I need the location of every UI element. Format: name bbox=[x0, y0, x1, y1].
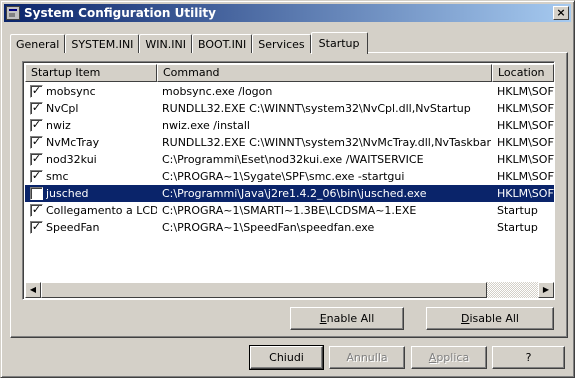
app-icon bbox=[6, 6, 20, 20]
command-cell: C:\PROGRA~1\Sygate\SPF\smc.exe -startgui bbox=[162, 170, 405, 183]
startup-item-name: NvCpl bbox=[46, 102, 79, 115]
help-button[interactable]: ? bbox=[492, 346, 565, 369]
startup-items-list[interactable]: Startup Item Command Location ✓ mobsync mo… bbox=[22, 61, 555, 300]
command-cell: C:\PROGRA~1\SpeedFan\speedfan.exe bbox=[162, 221, 375, 234]
startup-item-checkbox[interactable]: ✓ bbox=[30, 102, 43, 115]
arrow-left-icon: ◀ bbox=[29, 285, 37, 294]
command-cell: C:\Programmi\Java\j2re1.4.2_06\bin\jusch… bbox=[162, 187, 427, 200]
command-cell: RUNDLL32.EXE C:\WINNT\system32\NvCpl.dll… bbox=[162, 102, 471, 115]
apply-button[interactable]: Applica bbox=[411, 346, 487, 369]
close-dialog-button[interactable]: Chiudi bbox=[249, 345, 324, 370]
enable-all-button[interactable]: Enable All bbox=[290, 307, 404, 330]
list-header: Startup Item Command Location bbox=[25, 64, 554, 82]
disable-all-button[interactable]: Disable All bbox=[426, 307, 554, 330]
table-row[interactable]: ✓ smc C:\PROGRA~1\Sygate\SPF\smc.exe -star… bbox=[25, 168, 554, 185]
startup-item-name: smc bbox=[46, 170, 69, 183]
startup-item-cell: ✓ nwiz bbox=[25, 117, 157, 134]
startup-item-cell: ✓ Collegamento a LCD... bbox=[25, 202, 157, 219]
location-cell: HKLM\SOFTWARE bbox=[497, 119, 554, 132]
list-rows: ✓mobsyncmobsync.exe /logonHKLM\SOFTWARE✓… bbox=[25, 83, 554, 236]
location-cell: Startup bbox=[497, 204, 538, 217]
table-row[interactable]: ✓mobsync mobsync.exe /logon HKLM\SOFTWARE bbox=[25, 83, 554, 100]
startup-item-checkbox[interactable]: ✓ bbox=[30, 136, 43, 149]
enable-all-label-rest: nable All bbox=[326, 312, 375, 325]
scroll-thumb[interactable] bbox=[41, 282, 487, 298]
startup-item-name: nod32kui bbox=[46, 153, 97, 166]
location-cell: HKLM\SOFTWARE bbox=[497, 187, 554, 200]
location-cell: HKLM\SOFTWARE bbox=[497, 170, 554, 183]
column-header-command[interactable]: Command bbox=[157, 64, 492, 82]
close-icon: × bbox=[556, 6, 566, 19]
startup-item-checkbox[interactable]: ✓ bbox=[30, 221, 43, 234]
startup-item-checkbox[interactable]: ✓ bbox=[30, 85, 43, 98]
column-header-startup-item[interactable]: Startup Item bbox=[25, 64, 157, 82]
startup-item-name: NvMcTray bbox=[46, 136, 100, 149]
tab-strip: General SYSTEM.INI WIN.INI BOOT.INI Serv… bbox=[10, 31, 368, 54]
horizontal-scrollbar[interactable]: ◀ ▶ bbox=[25, 282, 554, 298]
startup-item-name: mobsync bbox=[46, 85, 96, 98]
startup-item-checkbox[interactable]: ✓ bbox=[30, 204, 43, 217]
startup-item-name: Collegamento a LCD... bbox=[46, 204, 157, 217]
tab-boot-ini[interactable]: BOOT.INI bbox=[191, 34, 253, 53]
scroll-left-button[interactable]: ◀ bbox=[25, 282, 41, 298]
startup-item-cell: jusched bbox=[25, 185, 157, 202]
tab-general[interactable]: General bbox=[10, 34, 66, 53]
command-cell: mobsync.exe /logon bbox=[162, 85, 273, 98]
location-cell: HKLM\SOFTWARE bbox=[497, 85, 554, 98]
table-row[interactable]: ✓ NvMcTray RUNDLL32.EXE C:\WINNT\system32\… bbox=[25, 134, 554, 151]
location-cell: Startup bbox=[497, 221, 538, 234]
startup-item-name: SpeedFan bbox=[46, 221, 100, 234]
arrow-right-icon: ▶ bbox=[542, 285, 550, 294]
startup-item-checkbox[interactable] bbox=[30, 187, 43, 200]
startup-item-cell: ✓ nod32kui bbox=[25, 151, 157, 168]
cancel-button[interactable]: Annulla bbox=[329, 346, 405, 369]
tab-system-ini[interactable]: SYSTEM.INI bbox=[65, 34, 140, 53]
disable-all-label-rest: isable All bbox=[469, 312, 519, 325]
startup-item-name: nwiz bbox=[46, 119, 71, 132]
table-row[interactable]: jusched C:\Programmi\Java\j2re1.4.2_06\bi… bbox=[25, 185, 554, 202]
startup-item-checkbox[interactable]: ✓ bbox=[30, 170, 43, 183]
tab-startup[interactable]: Startup bbox=[310, 32, 368, 54]
tab-services[interactable]: Services bbox=[252, 34, 311, 53]
startup-item-checkbox[interactable]: ✓ bbox=[30, 119, 43, 132]
system-configuration-window: System Configuration Utility × General S… bbox=[0, 0, 575, 378]
close-button[interactable]: × bbox=[553, 6, 569, 20]
column-header-location[interactable]: Location bbox=[492, 64, 554, 82]
startup-item-cell: ✓ SpeedFan bbox=[25, 219, 157, 236]
location-cell: HKLM\SOFTWARE bbox=[497, 102, 554, 115]
enable-all-label-accel: E bbox=[319, 312, 327, 325]
tab-win-ini[interactable]: WIN.INI bbox=[139, 34, 192, 53]
table-row[interactable]: ✓ SpeedFan C:\PROGRA~1\SpeedFan\speedfan.e… bbox=[25, 219, 554, 236]
command-cell: C:\Programmi\Eset\nod32kui.exe /WAITSERV… bbox=[162, 153, 424, 166]
startup-item-cell: ✓ NvCpl bbox=[25, 100, 157, 117]
title-bar[interactable]: System Configuration Utility × bbox=[4, 4, 571, 22]
table-row[interactable]: ✓ NvCpl RUNDLL32.EXE C:\WINNT\system32\NvC… bbox=[25, 100, 554, 117]
table-row[interactable]: ✓ nod32kui C:\Programmi\Eset\nod32kui.exe … bbox=[25, 151, 554, 168]
location-cell: HKLM\SOFTWARE bbox=[497, 153, 554, 166]
startup-item-cell: ✓ NvMcTray bbox=[25, 134, 157, 151]
startup-item-name: jusched bbox=[46, 187, 89, 200]
command-cell: RUNDLL32.EXE C:\WINNT\system32\NvMcTray.… bbox=[162, 136, 492, 149]
command-cell: C:\PROGRA~1\SMARTI~1.3BE\LCDSMA~1.EXE bbox=[162, 204, 417, 217]
window-title: System Configuration Utility bbox=[24, 6, 216, 20]
disable-all-label-accel: D bbox=[461, 312, 470, 325]
command-cell: nwiz.exe /install bbox=[162, 119, 250, 132]
table-row[interactable]: ✓ Collegamento a LCD... C:\PROGRA~1\SMARTI… bbox=[25, 202, 554, 219]
location-cell: HKLM\SOFTWARE bbox=[497, 136, 554, 149]
startup-item-cell: ✓ mobsync bbox=[25, 83, 157, 100]
scroll-right-button[interactable]: ▶ bbox=[538, 282, 554, 298]
startup-item-checkbox[interactable]: ✓ bbox=[30, 153, 43, 166]
table-row[interactable]: ✓nwiz nwiz.exe /install HKLM\SOFTWARE bbox=[25, 117, 554, 134]
apply-label-rest: pplica bbox=[436, 351, 470, 364]
startup-item-cell: ✓ smc bbox=[25, 168, 157, 185]
